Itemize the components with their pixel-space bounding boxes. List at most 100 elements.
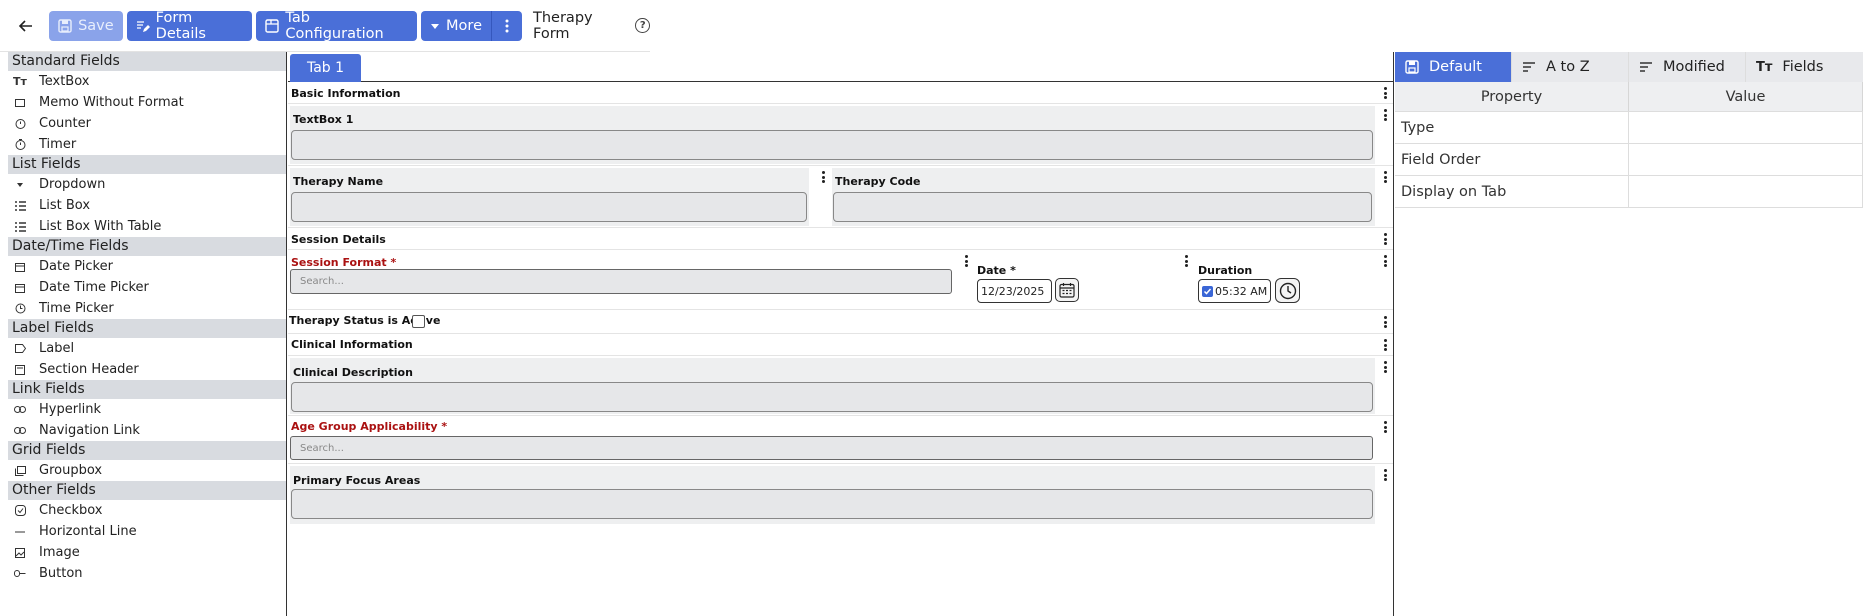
section-basic-information[interactable]: Basic Information bbox=[288, 82, 1393, 104]
textbox1-input[interactable] bbox=[291, 130, 1373, 160]
category-standard-fields: Standard Fields bbox=[8, 52, 286, 71]
field-row-therapy: Therapy Name Therapy Code bbox=[288, 166, 1393, 228]
session-format-search[interactable]: Search... bbox=[290, 269, 952, 294]
calendar-button[interactable] bbox=[1055, 278, 1079, 302]
age-group-label: Age Group Applicability * bbox=[291, 420, 448, 433]
palette-item-label: Time Picker bbox=[39, 301, 114, 316]
field-options-button[interactable] bbox=[819, 169, 827, 185]
list-icon bbox=[13, 199, 27, 213]
tab-default[interactable]: Default bbox=[1395, 52, 1512, 82]
property-value[interactable] bbox=[1629, 144, 1863, 175]
back-button[interactable] bbox=[12, 12, 39, 40]
tab-fields[interactable]: Tт Fields bbox=[1746, 52, 1863, 82]
link-icon bbox=[13, 424, 27, 438]
table-row[interactable]: Type bbox=[1395, 112, 1863, 144]
palette-item-hyperlink[interactable]: Hyperlink bbox=[8, 399, 286, 420]
field-options-button[interactable] bbox=[1381, 107, 1389, 123]
palette-item-label: Hyperlink bbox=[39, 402, 102, 417]
palette-item-counter[interactable]: Counter bbox=[8, 113, 286, 134]
duration-enabled-checkbox[interactable] bbox=[1202, 285, 1213, 297]
save-button[interactable]: Save bbox=[49, 10, 123, 41]
property-value[interactable] bbox=[1629, 112, 1863, 143]
palette-item-label: Checkbox bbox=[39, 503, 103, 518]
field-options-button[interactable] bbox=[962, 253, 970, 269]
palette-item-label[interactable]: Label bbox=[8, 338, 286, 359]
field-therapy-code[interactable]: Therapy Code bbox=[832, 168, 1375, 226]
clock-button[interactable] bbox=[1275, 278, 1300, 303]
tab-label: A to Z bbox=[1546, 59, 1590, 75]
palette-item-label: Horizontal Line bbox=[39, 524, 137, 539]
palette-item-image[interactable]: Image bbox=[8, 542, 286, 563]
tab-a-to-z[interactable]: A to Z bbox=[1512, 52, 1629, 82]
field-options-button[interactable] bbox=[1381, 419, 1389, 435]
tab-label: Default bbox=[1429, 59, 1482, 75]
more-button[interactable]: More bbox=[421, 10, 492, 41]
palette-item-label-text: Label bbox=[39, 341, 75, 356]
field-therapy-name[interactable]: Therapy Name bbox=[290, 168, 809, 226]
palette-item-label: Image bbox=[39, 545, 80, 560]
counter-icon bbox=[13, 117, 27, 131]
palette-item-label: Date Time Picker bbox=[39, 280, 149, 295]
section-options-button[interactable] bbox=[1381, 337, 1389, 353]
save-icon bbox=[1405, 60, 1419, 74]
palette-item-button[interactable]: Button bbox=[8, 563, 286, 584]
property-value[interactable] bbox=[1629, 176, 1863, 207]
palette-item-checkbox[interactable]: Checkbox bbox=[8, 500, 286, 521]
category-grid-fields: Grid Fields bbox=[8, 441, 286, 460]
tag-icon bbox=[13, 342, 27, 356]
palette-item-timer[interactable]: Timer bbox=[8, 134, 286, 155]
more-options-button[interactable] bbox=[492, 11, 522, 41]
palette-item-dropdown[interactable]: Dropdown bbox=[8, 174, 286, 195]
field-primary-focus[interactable]: Primary Focus Areas bbox=[290, 466, 1375, 524]
palette-item-date-picker[interactable]: Date Picker bbox=[8, 256, 286, 277]
primary-focus-input[interactable] bbox=[291, 489, 1373, 519]
date-input[interactable]: 12/23/2025 bbox=[977, 279, 1052, 303]
form-details-label: Form Details bbox=[155, 9, 206, 42]
field-clinical-description[interactable]: Clinical Description bbox=[290, 358, 1375, 414]
palette-item-datetime-picker[interactable]: Date Time Picker bbox=[8, 277, 286, 298]
palette-item-section-header[interactable]: Section Header bbox=[8, 359, 286, 380]
tab-1[interactable]: Tab 1 bbox=[290, 54, 361, 82]
table-row[interactable]: Field Order bbox=[1395, 144, 1863, 176]
therapy-name-input[interactable] bbox=[291, 192, 807, 222]
therapy-code-input[interactable] bbox=[833, 192, 1372, 222]
more-button-group: More bbox=[421, 10, 522, 41]
tab-modified[interactable]: Modified bbox=[1629, 52, 1746, 82]
table-row[interactable]: Display on Tab bbox=[1395, 176, 1863, 208]
palette-item-groupbox[interactable]: Groupbox bbox=[8, 460, 286, 481]
sort-icon bbox=[1523, 62, 1535, 72]
field-options-button[interactable] bbox=[1381, 253, 1389, 269]
sort-icon bbox=[1640, 62, 1652, 72]
clinical-description-input[interactable] bbox=[291, 382, 1373, 412]
palette-item-label: Dropdown bbox=[39, 177, 106, 192]
tab-configuration-button[interactable]: Tab Configuration bbox=[256, 10, 418, 42]
palette-item-horizontal-line[interactable]: Horizontal Line bbox=[8, 521, 286, 542]
palette-item-time-picker[interactable]: Time Picker bbox=[8, 298, 286, 319]
section-options-button[interactable] bbox=[1381, 231, 1389, 247]
form-details-button[interactable]: Form Details bbox=[126, 9, 253, 42]
palette-item-label: Date Picker bbox=[39, 259, 113, 274]
palette-item-memo[interactable]: Memo Without Format bbox=[8, 92, 286, 113]
palette-item-list-box[interactable]: List Box bbox=[8, 195, 286, 216]
field-options-button[interactable] bbox=[1381, 359, 1389, 375]
help-icon[interactable]: ? bbox=[635, 18, 651, 33]
palette-item-navigation-link[interactable]: Navigation Link bbox=[8, 420, 286, 441]
section-options-button[interactable] bbox=[1381, 85, 1389, 101]
palette-item-textbox[interactable]: Tт TextBox bbox=[8, 71, 286, 92]
field-options-button[interactable] bbox=[1381, 314, 1389, 330]
field-textbox1[interactable]: TextBox 1 bbox=[290, 106, 1375, 164]
kebab-icon bbox=[505, 19, 509, 32]
palette-item-label: List Box bbox=[39, 198, 91, 213]
section-session-details[interactable]: Session Details bbox=[288, 228, 1393, 250]
field-options-button[interactable] bbox=[1381, 169, 1389, 185]
status-active-checkbox[interactable] bbox=[412, 315, 425, 328]
calendar-icon bbox=[13, 281, 27, 295]
field-options-button[interactable] bbox=[1182, 253, 1190, 269]
palette-item-list-box-table[interactable]: List Box With Table bbox=[8, 216, 286, 237]
age-group-search[interactable]: Search... bbox=[290, 436, 1373, 460]
field-options-button[interactable] bbox=[1381, 467, 1389, 483]
palette-item-label: Button bbox=[39, 566, 83, 581]
field-label: Therapy Name bbox=[293, 175, 384, 188]
duration-input[interactable]: 05:32 AM bbox=[1198, 279, 1271, 303]
section-clinical-information[interactable]: Clinical Information bbox=[288, 334, 1393, 356]
